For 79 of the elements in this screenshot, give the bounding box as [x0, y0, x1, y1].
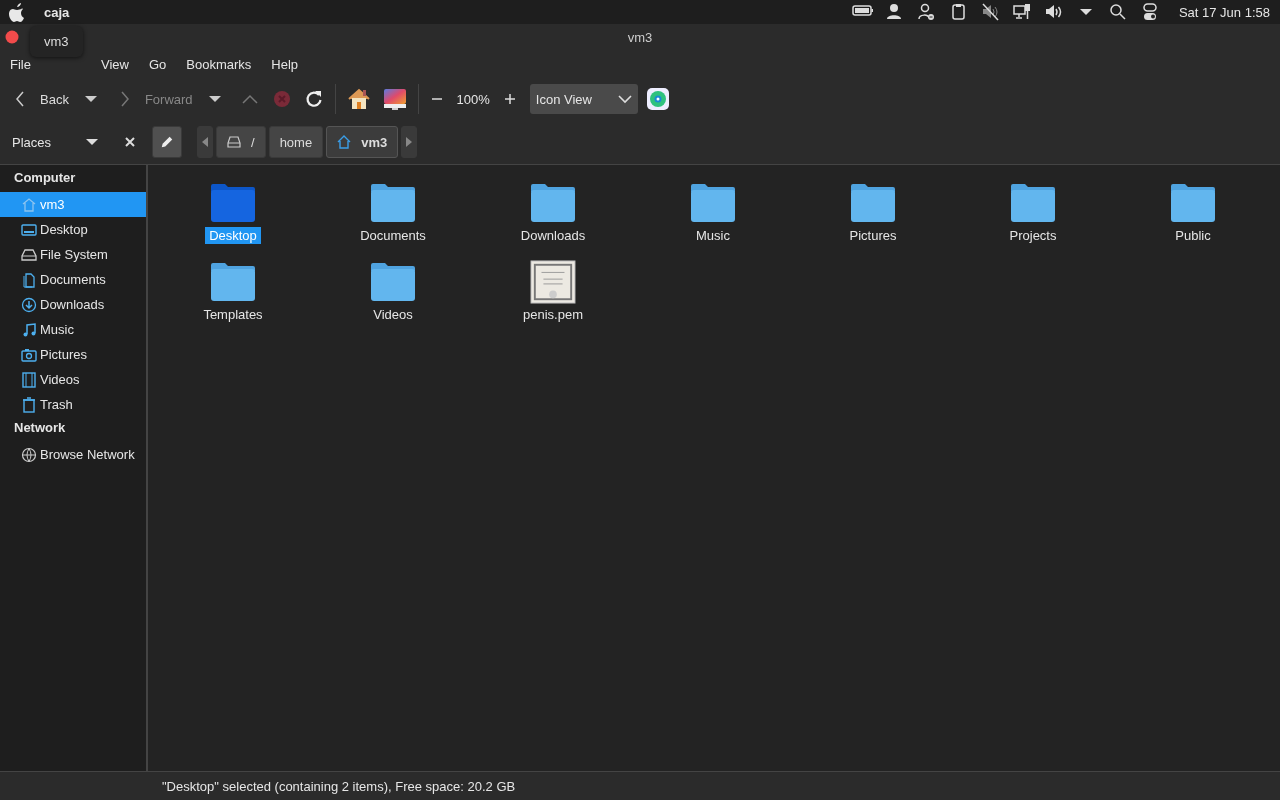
place-icon [21, 321, 37, 338]
window-title: vm3 [627, 29, 653, 45]
section-heading: Computer [13, 169, 77, 187]
path-button[interactable]: / [216, 126, 266, 158]
folder-icon[interactable] [849, 181, 897, 225]
file-name[interactable]: Documents [356, 227, 430, 244]
zoom-in-button[interactable] [502, 92, 517, 106]
folder-icon[interactable] [689, 181, 737, 225]
back-button[interactable]: Back [8, 86, 75, 112]
drive-icon [227, 136, 241, 148]
computer-icon[interactable] [382, 87, 407, 111]
sidebar-item[interactable]: Music [0, 317, 146, 342]
close-icon[interactable] [124, 136, 136, 148]
edit-location-button[interactable] [152, 126, 182, 158]
zoom-level: 100% [456, 91, 490, 107]
file-name[interactable]: Music [692, 227, 734, 244]
muted-speaker-icon[interactable] [979, 2, 1002, 22]
menu-item[interactable]: View [90, 56, 139, 72]
status-text: "Desktop" selected (containing 2 items), Free space: 20.2 GB [162, 778, 516, 794]
sidebar-item[interactable]: Documents [0, 267, 146, 292]
place-icon [21, 396, 37, 413]
place-icon [21, 221, 37, 238]
app-icon[interactable] [646, 88, 669, 110]
folder-icon[interactable] [1009, 181, 1057, 225]
file-name[interactable]: penis.pem [519, 306, 587, 323]
folder-icon[interactable] [369, 260, 417, 304]
sidebar-item[interactable]: Browse Network [0, 442, 146, 467]
file-name[interactable]: Downloads [516, 227, 590, 244]
path-button[interactable]: home [268, 126, 324, 158]
left-triangle-icon [202, 137, 208, 147]
sidebar-item[interactable]: File System [0, 242, 146, 267]
sidebar-item[interactable]: Desktop [0, 217, 146, 242]
right-chevron-icon [118, 90, 131, 108]
sidebar-item[interactable]: Videos [0, 367, 146, 392]
menu-item[interactable]: Help [261, 56, 309, 72]
sidebar-item[interactable]: Pictures [0, 342, 146, 367]
place-icon [21, 271, 37, 288]
folder-icon[interactable] [529, 181, 577, 225]
file-name[interactable]: Pictures [845, 227, 901, 244]
caret-icon[interactable] [208, 95, 221, 103]
place-icon [21, 371, 37, 388]
menu-item[interactable]: Bookmarks [176, 56, 262, 72]
file-name[interactable]: Projects [1005, 227, 1061, 244]
scroll-left-button[interactable] [197, 126, 213, 158]
menu-item[interactable]: Go [138, 56, 177, 72]
home-icon [337, 135, 352, 149]
house-icon[interactable] [346, 87, 371, 111]
caret-icon[interactable] [86, 138, 98, 146]
folder-icon[interactable] [1169, 181, 1217, 225]
app-name[interactable]: caja [44, 4, 70, 20]
place-icon [21, 196, 37, 213]
file-name[interactable]: Templates [199, 306, 267, 323]
certificate-icon[interactable] [529, 260, 577, 304]
pencil-icon [160, 134, 174, 150]
place-icon [21, 446, 37, 463]
caret-icon[interactable] [84, 95, 97, 103]
path-button[interactable]: vm3 [326, 126, 399, 158]
left-chevron-icon [14, 90, 26, 108]
file-name[interactable]: Public [1171, 227, 1215, 244]
sidebar-item[interactable]: Downloads [0, 292, 146, 317]
folder-icon[interactable] [209, 181, 257, 225]
menu-item[interactable]: File [0, 56, 41, 72]
folder-icon[interactable] [209, 260, 257, 304]
apple-icon[interactable] [8, 2, 26, 22]
place-icon [21, 346, 37, 363]
place-icon [21, 246, 37, 263]
sidebar-item[interactable]: Trash [0, 392, 146, 417]
tooltip: vm3 [30, 26, 83, 57]
chevron-down-icon [617, 94, 632, 104]
view-mode-dropdown[interactable]: Icon View [529, 84, 638, 114]
section-heading: Network [13, 419, 67, 437]
folder-icon[interactable] [369, 181, 417, 225]
file-name[interactable]: Videos [369, 306, 417, 323]
sidebar-title-dropdown[interactable]: Places [12, 134, 82, 150]
right-triangle-icon [406, 137, 413, 147]
close-button[interactable] [5, 30, 19, 44]
place-icon [21, 296, 37, 313]
clock[interactable]: Sat 17 Jun 1:58 [1178, 4, 1270, 20]
scroll-right-button[interactable] [401, 126, 418, 158]
